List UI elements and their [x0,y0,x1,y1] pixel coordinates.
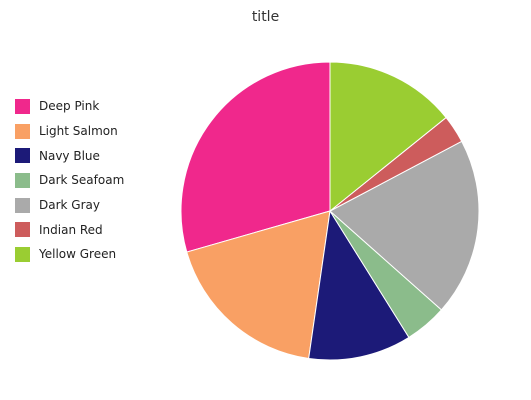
pie-chart [180,61,480,361]
